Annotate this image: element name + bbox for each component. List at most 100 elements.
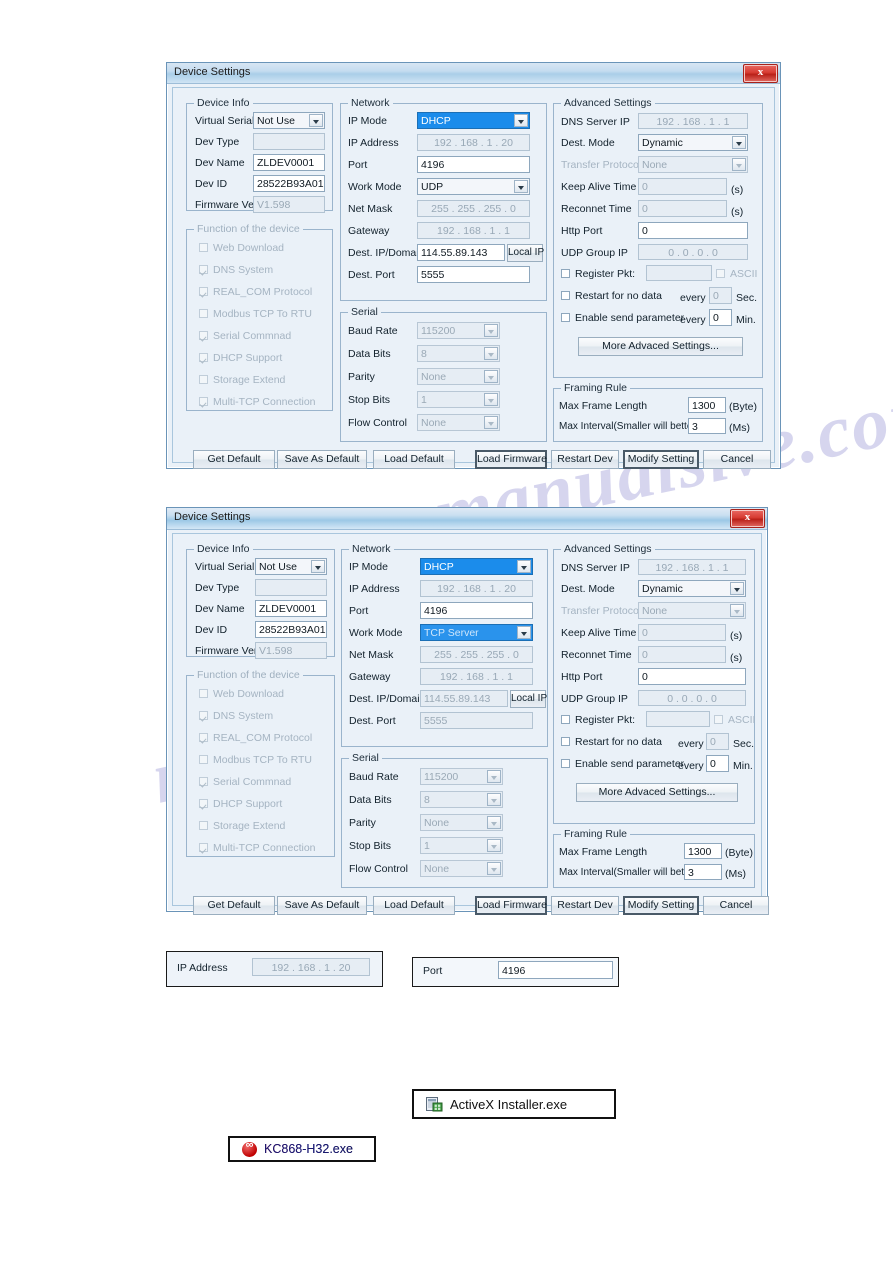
- restart-dev-button[interactable]: Restart Dev: [551, 896, 619, 915]
- checkbox-serial-commnad[interactable]: Serial Commnad: [199, 330, 291, 342]
- checkbox-box[interactable]: [199, 243, 208, 252]
- dest-mode-combo[interactable]: Dynamic: [638, 134, 748, 151]
- stop-bits-combo[interactable]: 1: [420, 837, 503, 854]
- checkbox-box[interactable]: [714, 715, 723, 724]
- ip-mode-combo[interactable]: DHCP: [417, 112, 530, 129]
- ip-mode-combo[interactable]: DHCP: [420, 558, 533, 575]
- load-firmware-button[interactable]: Load Firmware: [475, 450, 547, 469]
- cancel-button[interactable]: Cancel: [703, 450, 771, 469]
- chevron-down-icon[interactable]: [487, 793, 501, 806]
- chevron-down-icon[interactable]: [514, 114, 528, 127]
- parity-combo[interactable]: None: [417, 368, 500, 385]
- cancel-button[interactable]: Cancel: [703, 896, 769, 915]
- modify-setting-button[interactable]: Modify Setting: [623, 896, 699, 915]
- file-item-activex-installer[interactable]: ActiveX Installer.exe: [412, 1089, 616, 1119]
- checkbox-restart-for-no-data[interactable]: Restart for no data: [561, 736, 662, 748]
- checkbox-real-com-protocol[interactable]: REAL_COM Protocol: [199, 286, 312, 298]
- callout-port-field[interactable]: 4196: [498, 961, 613, 979]
- dev-name-field[interactable]: ZLDEV0001: [255, 600, 327, 617]
- http-port-field[interactable]: 0: [638, 222, 748, 239]
- flow-control-combo[interactable]: None: [417, 414, 500, 431]
- work-mode-combo[interactable]: TCP Server: [420, 624, 533, 641]
- checkbox-enable-send-parameter[interactable]: Enable send parameter: [561, 758, 684, 770]
- more-advanced-settings-button[interactable]: More Advaced Settings...: [578, 337, 743, 356]
- checkbox-box[interactable]: [199, 755, 208, 764]
- checkbox-dhcp-support[interactable]: DHCP Support: [199, 798, 282, 810]
- checkbox-box[interactable]: [199, 353, 208, 362]
- chevron-down-icon[interactable]: [730, 582, 744, 595]
- dev-id-field[interactable]: 28522B93A015: [255, 621, 327, 638]
- chevron-down-icon[interactable]: [487, 839, 501, 852]
- checkbox-modbus-tcp-to-rtu[interactable]: Modbus TCP To RTU: [199, 754, 312, 766]
- load-default-button[interactable]: Load Default: [373, 896, 455, 915]
- max-frame-length-field[interactable]: 1300: [684, 843, 722, 859]
- chevron-down-icon[interactable]: [484, 324, 498, 337]
- checkbox-storage-extend[interactable]: Storage Extend: [199, 820, 285, 832]
- checkbox-box[interactable]: [199, 799, 208, 808]
- port-field[interactable]: 4196: [417, 156, 530, 173]
- checkbox-box[interactable]: [199, 733, 208, 742]
- checkbox-multi-tcp-connection[interactable]: Multi-TCP Connection: [199, 842, 316, 854]
- load-default-button[interactable]: Load Default: [373, 450, 455, 469]
- dev-name-field[interactable]: ZLDEV0001: [253, 154, 325, 171]
- chevron-down-icon[interactable]: [487, 770, 501, 783]
- modify-setting-button[interactable]: Modify Setting: [623, 450, 699, 469]
- checkbox-box[interactable]: [199, 397, 208, 406]
- baud-rate-combo[interactable]: 115200: [420, 768, 503, 785]
- flow-control-combo[interactable]: None: [420, 860, 503, 877]
- checkbox-box[interactable]: [561, 759, 570, 768]
- chevron-down-icon[interactable]: [484, 416, 498, 429]
- checkbox-register-pkt[interactable]: Register Pkt:: [561, 714, 635, 726]
- restart-dev-button[interactable]: Restart Dev: [551, 450, 619, 469]
- checkbox-ascii[interactable]: ASCII: [714, 714, 755, 726]
- virtual-serial-combo[interactable]: Not Use: [253, 112, 325, 129]
- checkbox-ascii[interactable]: ASCII: [716, 268, 757, 280]
- checkbox-box[interactable]: [199, 287, 208, 296]
- chevron-down-icon[interactable]: [484, 347, 498, 360]
- virtual-serial-combo[interactable]: Not Use: [255, 558, 327, 575]
- checkbox-box[interactable]: [199, 821, 208, 830]
- dev-id-field[interactable]: 28522B93A015: [253, 175, 325, 192]
- checkbox-serial-commnad[interactable]: Serial Commnad: [199, 776, 291, 788]
- chevron-down-icon[interactable]: [487, 816, 501, 829]
- checkbox-box[interactable]: [716, 269, 725, 278]
- title-bar[interactable]: Device Settings x: [167, 508, 767, 530]
- checkbox-box[interactable]: [199, 331, 208, 340]
- checkbox-box[interactable]: [561, 291, 570, 300]
- checkbox-box[interactable]: [199, 265, 208, 274]
- chevron-down-icon[interactable]: [487, 862, 501, 875]
- chevron-down-icon[interactable]: [484, 393, 498, 406]
- chevron-down-icon[interactable]: [514, 180, 528, 193]
- dest-mode-combo[interactable]: Dynamic: [638, 580, 746, 597]
- checkbox-web-download[interactable]: Web Download: [199, 688, 284, 700]
- http-port-field[interactable]: 0: [638, 668, 746, 685]
- checkbox-multi-tcp-connection[interactable]: Multi-TCP Connection: [199, 396, 316, 408]
- local-ip-button[interactable]: Local IP: [510, 690, 547, 708]
- max-frame-length-field[interactable]: 1300: [688, 397, 726, 413]
- more-advanced-settings-button[interactable]: More Advaced Settings...: [576, 783, 738, 802]
- checkbox-register-pkt[interactable]: Register Pkt:: [561, 268, 635, 280]
- chevron-down-icon[interactable]: [309, 114, 323, 127]
- checkbox-box[interactable]: [199, 777, 208, 786]
- close-icon[interactable]: x: [730, 509, 765, 528]
- checkbox-web-download[interactable]: Web Download: [199, 242, 284, 254]
- load-firmware-button[interactable]: Load Firmware: [475, 896, 547, 915]
- checkbox-dns-system[interactable]: DNS System: [199, 264, 273, 276]
- max-interval-field[interactable]: 3: [684, 864, 722, 880]
- checkbox-restart-for-no-data[interactable]: Restart for no data: [561, 290, 662, 302]
- work-mode-combo[interactable]: UDP: [417, 178, 530, 195]
- dest-ip-domain-field[interactable]: 114.55.89.143: [417, 244, 505, 261]
- checkbox-real-com-protocol[interactable]: REAL_COM Protocol: [199, 732, 312, 744]
- checkbox-dns-system[interactable]: DNS System: [199, 710, 273, 722]
- checkbox-modbus-tcp-to-rtu[interactable]: Modbus TCP To RTU: [199, 308, 312, 320]
- baud-rate-combo[interactable]: 115200: [417, 322, 500, 339]
- file-item-kc868[interactable]: KC868-H32.exe: [228, 1136, 376, 1162]
- checkbox-box[interactable]: [561, 313, 570, 322]
- checkbox-box[interactable]: [561, 715, 570, 724]
- max-interval-field[interactable]: 3: [688, 418, 726, 434]
- chevron-down-icon[interactable]: [484, 370, 498, 383]
- checkbox-box[interactable]: [199, 375, 208, 384]
- chevron-down-icon[interactable]: [311, 560, 325, 573]
- checkbox-box[interactable]: [199, 309, 208, 318]
- checkbox-storage-extend[interactable]: Storage Extend: [199, 374, 285, 386]
